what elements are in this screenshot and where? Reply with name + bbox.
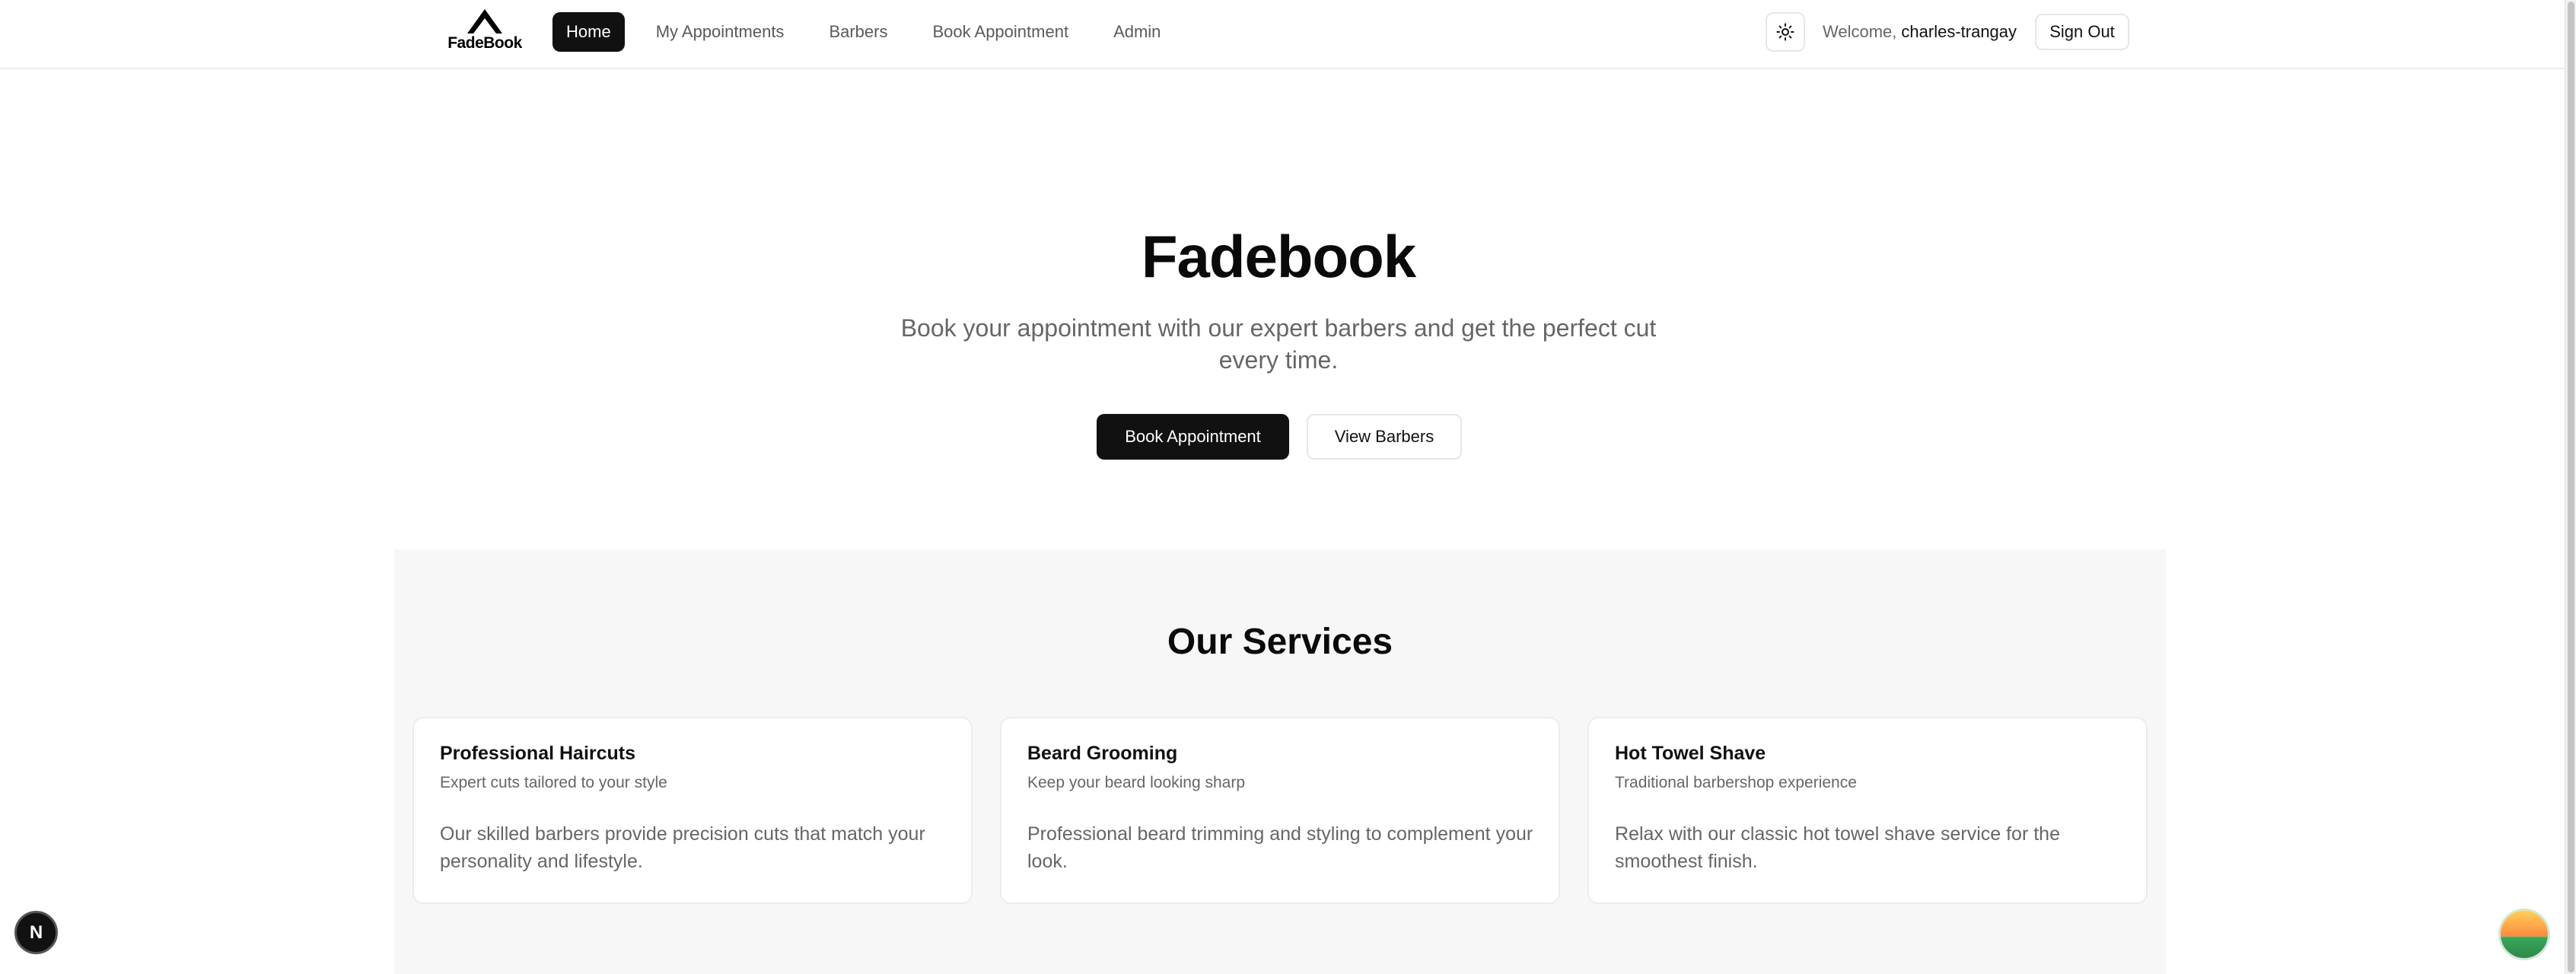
- service-card-subtitle: Keep your beard looking sharp: [1027, 774, 1246, 791]
- nextjs-icon[interactable]: N: [14, 911, 58, 954]
- service-card-title: Beard Grooming: [1027, 743, 1178, 764]
- top-navbar: FadeBook Home My Appointments Barbers Bo…: [0, 0, 2565, 69]
- nav-home[interactable]: Home: [552, 12, 625, 52]
- logo-mark-icon: [467, 9, 502, 33]
- service-card-title: Hot Towel Shave: [1615, 743, 1766, 764]
- view-barbers-button[interactable]: View Barbers: [1307, 414, 1462, 460]
- service-card-description: Our skilled barbers provide precision cu…: [440, 823, 925, 872]
- service-card-subtitle: Expert cuts tailored to your style: [440, 774, 667, 791]
- scrollbar-thumb[interactable]: [2568, 2, 2574, 972]
- fadebook-logo[interactable]: FadeBook: [446, 6, 524, 53]
- welcome-label: Welcome,: [1823, 22, 1897, 41]
- theme-toggle-button[interactable]: [1766, 12, 1805, 52]
- logo-text: FadeBook: [447, 34, 522, 52]
- username: charles-trangay: [1901, 22, 2017, 41]
- service-card-beard: Beard Grooming Keep your beard looking s…: [1000, 717, 1560, 904]
- hero-subtitle: Book your appointment with our expert ba…: [900, 314, 1657, 374]
- sun-icon: [1776, 23, 1794, 41]
- service-card-title: Professional Haircuts: [440, 743, 636, 764]
- service-card-haircuts: Professional Haircuts Expert cuts tailor…: [412, 717, 973, 904]
- book-appointment-button[interactable]: Book Appointment: [1097, 414, 1289, 460]
- hero-title: Fadebook: [1141, 223, 1416, 290]
- landscape-widget-icon[interactable]: [2498, 909, 2550, 960]
- main-nav: Home My Appointments Barbers Book Appoin…: [552, 12, 1192, 52]
- nav-my-appointments[interactable]: My Appointments: [642, 12, 798, 52]
- service-card-description: Professional beard trimming and styling …: [1027, 823, 1533, 872]
- welcome-message: Welcome, charles-trangay: [1823, 12, 2017, 52]
- services-title: Our Services: [1167, 622, 1393, 662]
- nav-admin[interactable]: Admin: [1100, 12, 1174, 52]
- sign-out-button[interactable]: Sign Out: [2035, 14, 2129, 50]
- service-card-subtitle: Traditional barbershop experience: [1615, 774, 1857, 791]
- dev-badge-letter: N: [29, 921, 43, 943]
- page-scrollbar[interactable]: [2565, 0, 2576, 974]
- services-section: Our Services Professional Haircuts Exper…: [394, 549, 2166, 974]
- nav-book-appointment[interactable]: Book Appointment: [919, 12, 1082, 52]
- service-card-description: Relax with our classic hot towel shave s…: [1615, 823, 2060, 872]
- service-card-shave: Hot Towel Shave Traditional barbershop e…: [1587, 717, 2148, 904]
- nav-barbers[interactable]: Barbers: [815, 12, 901, 52]
